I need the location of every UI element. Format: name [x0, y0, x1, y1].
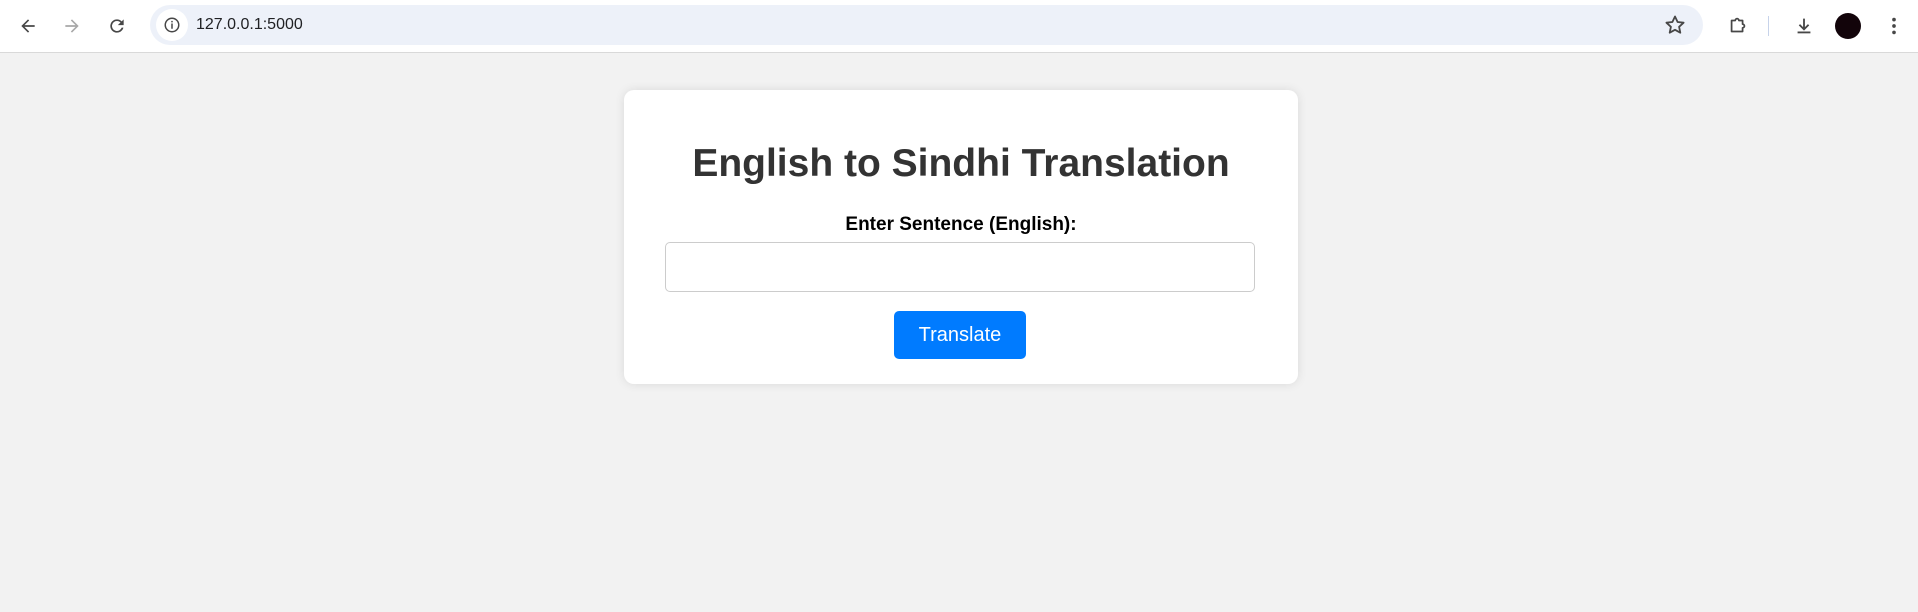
- toolbar-separator: [1768, 16, 1769, 36]
- sentence-input[interactable]: [665, 242, 1255, 292]
- downloads-button[interactable]: [1790, 12, 1818, 40]
- browser-toolbar: 127.0.0.1:5000: [0, 0, 1918, 53]
- sentence-input-label: Enter Sentence (English):: [845, 214, 1077, 235]
- page-title: English to Sindhi Translation: [692, 142, 1230, 185]
- site-info-button[interactable]: [156, 9, 188, 41]
- forward-button[interactable]: [56, 10, 88, 42]
- arrow-left-icon: [21, 19, 35, 33]
- profile-avatar[interactable]: [1835, 13, 1861, 39]
- browser-menu-button[interactable]: [1880, 12, 1908, 40]
- translation-card: English to Sindhi Translation Enter Sent…: [624, 90, 1298, 384]
- arrow-right-icon: [65, 19, 79, 33]
- kebab-menu-icon: [1892, 17, 1896, 35]
- url-text[interactable]: 127.0.0.1:5000: [196, 16, 303, 34]
- translate-button[interactable]: Translate: [894, 311, 1026, 359]
- download-icon: [1797, 18, 1811, 34]
- back-button[interactable]: [12, 10, 44, 42]
- star-icon[interactable]: [1663, 13, 1687, 37]
- reload-button[interactable]: [101, 10, 133, 42]
- reload-icon: [110, 19, 124, 33]
- extensions-button[interactable]: [1724, 12, 1752, 40]
- info-icon: [164, 17, 180, 33]
- puzzle-icon: [1730, 17, 1746, 33]
- address-bar[interactable]: 127.0.0.1:5000: [150, 5, 1703, 45]
